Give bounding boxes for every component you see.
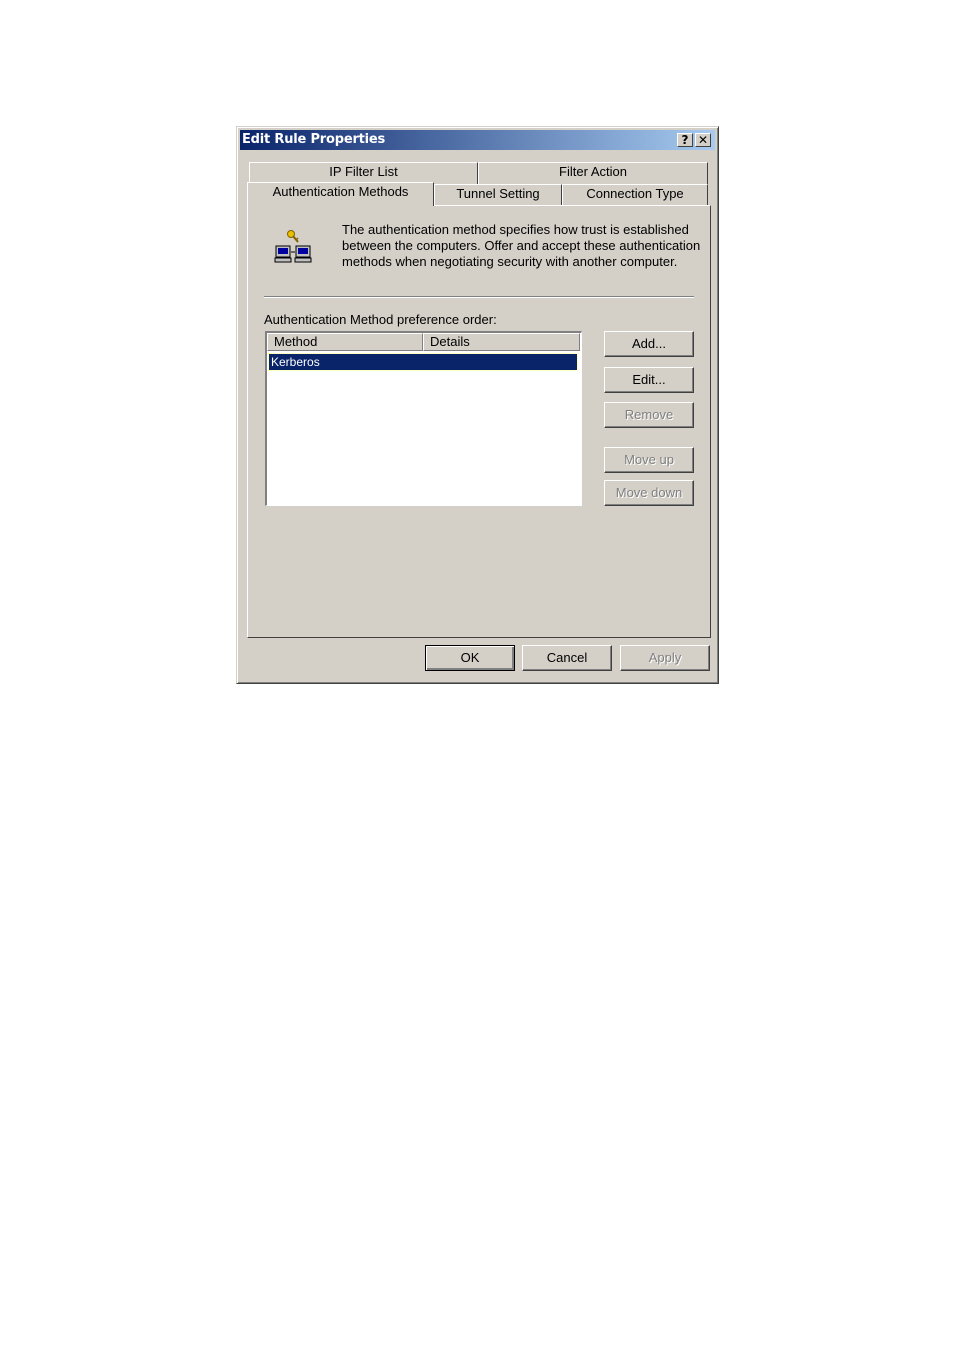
title-bar[interactable]: Edit Rule Properties ? ✕: [240, 130, 715, 150]
ok-button[interactable]: OK: [425, 645, 515, 671]
separator: [264, 296, 694, 298]
list-item[interactable]: Kerberos: [268, 353, 578, 371]
cancel-button[interactable]: Cancel: [522, 645, 612, 671]
method-cell: Kerberos: [271, 355, 320, 369]
remove-button[interactable]: Remove: [604, 402, 694, 428]
tab-label: Authentication Methods: [272, 184, 409, 199]
authentication-method-list[interactable]: Method Details Kerberos: [265, 331, 582, 506]
tab-authentication-methods[interactable]: Authentication Methods: [247, 182, 434, 206]
window-title: Edit Rule Properties: [242, 132, 386, 147]
column-header-details[interactable]: Details: [423, 333, 580, 351]
edit-rule-properties-dialog: Edit Rule Properties ? ✕ IP Filter List …: [236, 126, 719, 684]
button-label: OK: [460, 650, 480, 665]
column-label: Method: [274, 334, 318, 349]
key-network-icon: [274, 230, 312, 263]
help-button[interactable]: ?: [677, 133, 693, 147]
button-label: Cancel: [546, 650, 588, 665]
tab-label: IP Filter List: [329, 164, 398, 179]
button-label: Apply: [648, 650, 682, 665]
list-label: Authentication Method preference order:: [264, 312, 497, 327]
close-button[interactable]: ✕: [695, 133, 711, 147]
apply-button[interactable]: Apply: [620, 645, 710, 671]
edit-button[interactable]: Edit...: [604, 367, 694, 393]
button-label: Add...: [632, 336, 666, 351]
tab-label: Tunnel Setting: [456, 186, 540, 201]
tab-label: Connection Type: [586, 186, 684, 201]
tab-ip-filter-list[interactable]: IP Filter List: [249, 162, 478, 184]
add-button[interactable]: Add...: [604, 331, 694, 357]
description-text: The authentication method specifies how …: [342, 222, 701, 269]
move-down-button[interactable]: Move down: [604, 480, 694, 506]
authentication-methods-panel: The authentication method specifies how …: [247, 205, 711, 638]
column-label: Details: [430, 334, 470, 349]
tab-label: Filter Action: [559, 164, 627, 179]
button-label: Remove: [624, 407, 674, 422]
tab-filter-action[interactable]: Filter Action: [478, 162, 708, 184]
button-label: Move up: [624, 452, 674, 467]
help-icon: ?: [681, 133, 689, 147]
button-label: Move down: [615, 485, 683, 500]
tab-connection-type[interactable]: Connection Type: [562, 184, 708, 206]
tab-tunnel-setting[interactable]: Tunnel Setting: [434, 184, 562, 206]
move-up-button[interactable]: Move up: [604, 447, 694, 473]
button-label: Edit...: [632, 372, 666, 387]
close-icon: ✕: [697, 133, 709, 147]
column-header-method[interactable]: Method: [267, 333, 423, 351]
